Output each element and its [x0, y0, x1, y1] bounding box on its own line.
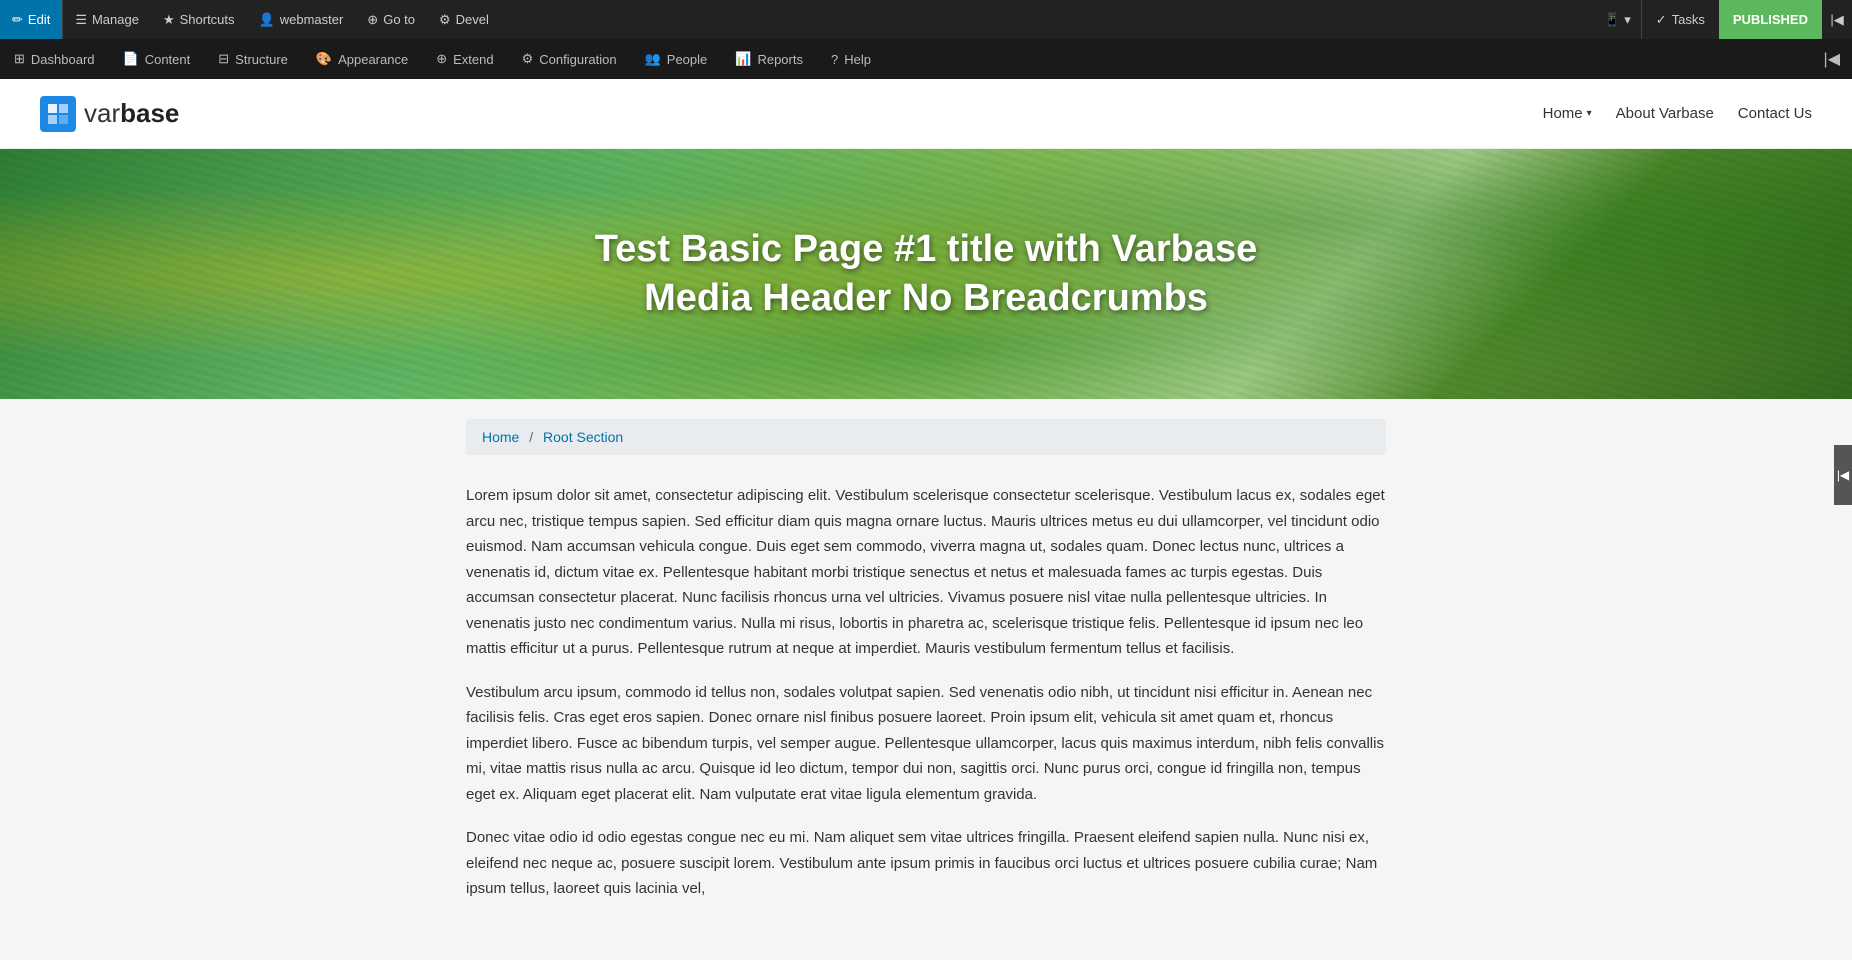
hero-banner: Test Basic Page #1 title with Varbase Me… [0, 149, 1852, 399]
people-label: People [667, 52, 707, 67]
logo-text: varbase [84, 98, 179, 129]
menu-item-extend[interactable]: ⊕ Extend [422, 39, 507, 79]
body-paragraph-3: Donec vitae odio id odio egestas congue … [466, 825, 1386, 902]
extend-icon: ⊕ [436, 51, 447, 67]
toolbar-collapse-button[interactable]: |◀ [1822, 12, 1852, 28]
published-badge: PUBLISHED [1719, 0, 1822, 39]
toolbar-right: 📱 ▾ ✓ Tasks PUBLISHED |◀ [1594, 0, 1852, 39]
nav-contact-link[interactable]: Contact Us [1738, 105, 1812, 122]
menu-item-structure[interactable]: ⊟ Structure [204, 39, 302, 79]
shortcuts-icon: ★ [163, 12, 175, 28]
hero-title: Test Basic Page #1 title with Varbase Me… [526, 225, 1326, 324]
breadcrumb: Home / Root Section [466, 419, 1386, 455]
menu-item-dashboard[interactable]: ⊞ Dashboard [0, 39, 109, 79]
main-content: Home / Root Section Lorem ipsum dolor si… [446, 399, 1406, 960]
nav-home-link[interactable]: Home ▾ [1543, 105, 1592, 122]
site-header: varbase Home ▾ About Varbase Contact Us [0, 79, 1852, 149]
menu-item-appearance[interactable]: 🎨 Appearance [302, 39, 422, 79]
pencil-icon: ✏ [12, 12, 23, 28]
manage-label: Manage [92, 12, 139, 27]
menu-item-content[interactable]: 📄 Content [109, 39, 205, 79]
content-label: Content [145, 52, 191, 67]
user-label: webmaster [280, 12, 344, 27]
right-sidebar-toggle[interactable]: |◀ [1834, 445, 1852, 505]
shortcuts-label: Shortcuts [180, 12, 235, 27]
site-logo[interactable]: varbase [40, 96, 179, 132]
dashboard-icon: ⊞ [14, 51, 25, 67]
devel-button[interactable]: ⚙ Devel [427, 0, 501, 39]
goto-button[interactable]: ⊕ Go to [355, 0, 427, 39]
edit-label: Edit [28, 12, 50, 27]
menu-item-help[interactable]: ? Help [817, 39, 885, 79]
device-switcher[interactable]: 📱 ▾ [1594, 12, 1640, 28]
devel-label: Devel [456, 12, 489, 27]
user-button[interactable]: 👤 webmaster [247, 0, 356, 39]
menu-right: |◀ [1812, 39, 1852, 79]
sidebar-toggle-button[interactable]: |◀ [1812, 49, 1852, 69]
breadcrumb-current: Root Section [543, 429, 623, 445]
content-icon: 📄 [123, 51, 139, 67]
help-label: Help [844, 52, 871, 67]
configuration-label: Configuration [539, 52, 616, 67]
help-icon: ? [831, 52, 838, 67]
manage-button[interactable]: ☰ Manage [63, 0, 151, 39]
shortcuts-button[interactable]: ★ Shortcuts [151, 0, 247, 39]
structure-label: Structure [235, 52, 288, 67]
manage-icon: ☰ [75, 12, 87, 28]
logo-icon [40, 96, 76, 132]
page-body: Lorem ipsum dolor sit amet, consectetur … [466, 483, 1386, 902]
appearance-icon: 🎨 [316, 51, 332, 67]
device-icon: 📱 ▾ [1604, 12, 1630, 28]
admin-menu: ⊞ Dashboard 📄 Content ⊟ Structure 🎨 Appe… [0, 39, 1852, 79]
people-icon: 👥 [645, 51, 661, 67]
edit-button[interactable]: ✏ Edit [0, 0, 62, 39]
dashboard-label: Dashboard [31, 52, 95, 67]
body-paragraph-1: Lorem ipsum dolor sit amet, consectetur … [466, 483, 1386, 662]
site-navigation: Home ▾ About Varbase Contact Us [1543, 105, 1812, 122]
extend-label: Extend [453, 52, 493, 67]
tasks-label: Tasks [1672, 12, 1705, 27]
reports-label: Reports [757, 52, 803, 67]
structure-icon: ⊟ [218, 51, 229, 67]
nav-about-link[interactable]: About Varbase [1616, 105, 1714, 122]
devel-icon: ⚙ [439, 12, 451, 28]
home-caret-icon: ▾ [1587, 108, 1592, 119]
menu-item-people[interactable]: 👥 People [631, 39, 722, 79]
goto-icon: ⊕ [367, 12, 378, 28]
breadcrumb-home-link[interactable]: Home [482, 429, 519, 445]
tasks-button[interactable]: ✓ Tasks [1642, 12, 1719, 28]
config-icon: ⚙ [522, 51, 534, 67]
goto-label: Go to [383, 12, 415, 27]
reports-icon: 📊 [735, 51, 751, 67]
tasks-icon: ✓ [1656, 12, 1667, 28]
user-icon: 👤 [259, 12, 275, 28]
menu-item-reports[interactable]: 📊 Reports [721, 39, 817, 79]
admin-toolbar: ✏ Edit ☰ Manage ★ Shortcuts 👤 webmaster … [0, 0, 1852, 39]
breadcrumb-separator: / [529, 429, 533, 445]
menu-item-configuration[interactable]: ⚙ Configuration [508, 39, 631, 79]
appearance-label: Appearance [338, 52, 408, 67]
body-paragraph-2: Vestibulum arcu ipsum, commodo id tellus… [466, 680, 1386, 808]
